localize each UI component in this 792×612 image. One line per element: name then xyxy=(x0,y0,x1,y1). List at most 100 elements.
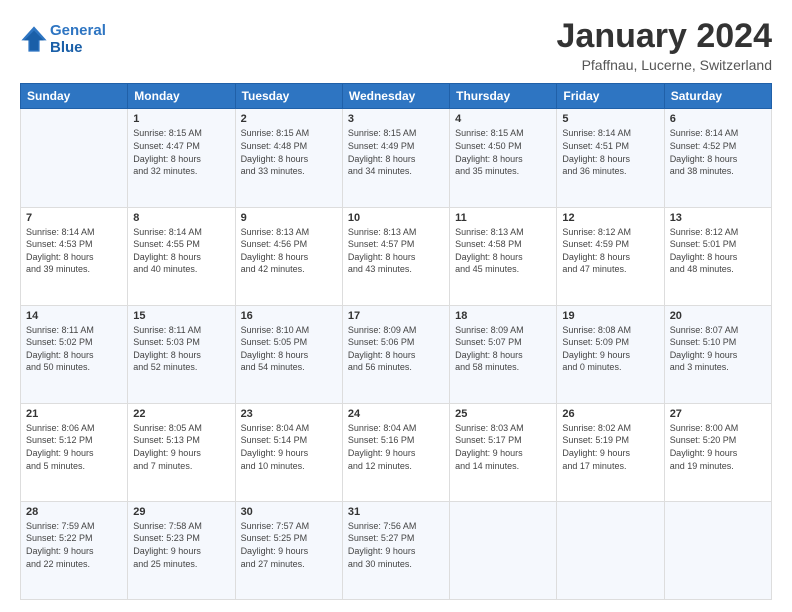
day-number: 24 xyxy=(348,408,444,420)
day-number: 15 xyxy=(133,310,229,322)
day-number: 8 xyxy=(133,212,229,224)
day-number: 18 xyxy=(455,310,551,322)
header: General Blue January 2024 Pfaffnau, Luce… xyxy=(20,18,772,73)
calendar-cell: 15Sunrise: 8:11 AM Sunset: 5:03 PM Dayli… xyxy=(128,305,235,403)
day-info: Sunrise: 8:00 AM Sunset: 5:20 PM Dayligh… xyxy=(670,422,766,472)
day-number: 31 xyxy=(348,506,444,518)
calendar-cell: 2Sunrise: 8:15 AM Sunset: 4:48 PM Daylig… xyxy=(235,109,342,207)
calendar-cell: 21 Sunrise: 8:06 AM Sunset: 5:12 PM Dayli… xyxy=(21,403,128,501)
calendar-body: 1 Sunrise: 8:15 AM Sunset: 4:47 PM Daylig… xyxy=(21,109,772,600)
day-info: Sunrise: 7:58 AM Sunset: 5:23 PM Dayligh… xyxy=(133,520,229,570)
col-monday: Monday xyxy=(128,84,235,109)
calendar-cell: 13 Sunrise: 8:12 AM Sunset: 5:01 PM Dayli… xyxy=(664,207,771,305)
day-number: 10 xyxy=(348,212,444,224)
calendar-cell: 6Sunrise: 8:14 AM Sunset: 4:52 PM Daylig… xyxy=(664,109,771,207)
title-section: January 2024 Pfaffnau, Lucerne, Switzerl… xyxy=(557,18,773,73)
day-info: Sunrise: 7:56 AM Sunset: 5:27 PM Dayligh… xyxy=(348,520,444,570)
month-title: January 2024 xyxy=(557,18,773,55)
day-number: 19 xyxy=(562,310,658,322)
calendar-cell: 25Sunrise: 8:03 AM Sunset: 5:17 PM Dayli… xyxy=(450,403,557,501)
calendar-cell: 10 Sunrise: 8:13 AM Sunset: 4:57 PM Dayli… xyxy=(342,207,449,305)
day-info: Sunrise: 8:06 AM Sunset: 5:12 PM Dayligh… xyxy=(26,422,122,472)
day-info: Sunrise: 8:14 AM Sunset: 4:55 PM Dayligh… xyxy=(133,226,229,276)
day-number: 13 xyxy=(670,212,766,224)
day-number: 29 xyxy=(133,506,229,518)
calendar-cell: 26 Sunrise: 8:02 AM Sunset: 5:19 PM Dayli… xyxy=(557,403,664,501)
day-number: 30 xyxy=(241,506,337,518)
day-info: Sunrise: 7:59 AM Sunset: 5:22 PM Dayligh… xyxy=(26,520,122,570)
calendar-cell: 17 Sunrise: 8:09 AM Sunset: 5:06 PM Dayli… xyxy=(342,305,449,403)
day-number: 5 xyxy=(562,113,658,125)
calendar-cell: 4 Sunrise: 8:15 AM Sunset: 4:50 PM Daylig… xyxy=(450,109,557,207)
calendar-cell xyxy=(557,501,664,599)
calendar-cell: 30 Sunrise: 7:57 AM Sunset: 5:25 PM Dayli… xyxy=(235,501,342,599)
day-info: Sunrise: 8:13 AM Sunset: 4:58 PM Dayligh… xyxy=(455,226,551,276)
calendar-cell: 31 Sunrise: 7:56 AM Sunset: 5:27 PM Dayli… xyxy=(342,501,449,599)
day-info: Sunrise: 7:57 AM Sunset: 5:25 PM Dayligh… xyxy=(241,520,337,570)
day-info: Sunrise: 8:12 AM Sunset: 5:01 PM Dayligh… xyxy=(670,226,766,276)
col-thursday: Thursday xyxy=(450,84,557,109)
calendar-cell: 22Sunrise: 8:05 AM Sunset: 5:13 PM Dayli… xyxy=(128,403,235,501)
calendar-cell: 24 Sunrise: 8:04 AM Sunset: 5:16 PM Dayli… xyxy=(342,403,449,501)
day-number: 16 xyxy=(241,310,337,322)
day-number: 23 xyxy=(241,408,337,420)
calendar-week-5: 28 Sunrise: 7:59 AM Sunset: 5:22 PM Dayli… xyxy=(21,501,772,599)
day-number: 4 xyxy=(455,113,551,125)
day-info: Sunrise: 8:11 AM Sunset: 5:02 PM Dayligh… xyxy=(26,324,122,374)
day-info: Sunrise: 8:08 AM Sunset: 5:09 PM Dayligh… xyxy=(562,324,658,374)
calendar-cell: 11 Sunrise: 8:13 AM Sunset: 4:58 PM Dayli… xyxy=(450,207,557,305)
day-number: 21 xyxy=(26,408,122,420)
col-wednesday: Wednesday xyxy=(342,84,449,109)
calendar-week-1: 1 Sunrise: 8:15 AM Sunset: 4:47 PM Daylig… xyxy=(21,109,772,207)
day-number: 1 xyxy=(133,113,229,125)
day-number: 2 xyxy=(241,113,337,125)
location-subtitle: Pfaffnau, Lucerne, Switzerland xyxy=(557,57,773,73)
day-info: Sunrise: 8:04 AM Sunset: 5:14 PM Dayligh… xyxy=(241,422,337,472)
calendar-cell xyxy=(21,109,128,207)
day-number: 12 xyxy=(562,212,658,224)
calendar-cell: 8 Sunrise: 8:14 AM Sunset: 4:55 PM Daylig… xyxy=(128,207,235,305)
calendar: Sunday Monday Tuesday Wednesday Thursday… xyxy=(20,83,772,600)
col-saturday: Saturday xyxy=(664,84,771,109)
day-number: 7 xyxy=(26,212,122,224)
calendar-cell: 27 Sunrise: 8:00 AM Sunset: 5:20 PM Dayli… xyxy=(664,403,771,501)
col-friday: Friday xyxy=(557,84,664,109)
col-sunday: Sunday xyxy=(21,84,128,109)
calendar-cell: 7 Sunrise: 8:14 AM Sunset: 4:53 PM Daylig… xyxy=(21,207,128,305)
calendar-cell: 23 Sunrise: 8:04 AM Sunset: 5:14 PM Dayli… xyxy=(235,403,342,501)
calendar-cell: 3Sunrise: 8:15 AM Sunset: 4:49 PM Daylig… xyxy=(342,109,449,207)
day-info: Sunrise: 8:14 AM Sunset: 4:53 PM Dayligh… xyxy=(26,226,122,276)
logo-text: General Blue xyxy=(50,22,106,56)
day-info: Sunrise: 8:07 AM Sunset: 5:10 PM Dayligh… xyxy=(670,324,766,374)
day-number: 14 xyxy=(26,310,122,322)
day-info: Sunrise: 8:15 AM Sunset: 4:50 PM Dayligh… xyxy=(455,127,551,177)
day-info: Sunrise: 8:13 AM Sunset: 4:57 PM Dayligh… xyxy=(348,226,444,276)
day-number: 26 xyxy=(562,408,658,420)
calendar-week-3: 14 Sunrise: 8:11 AM Sunset: 5:02 PM Dayli… xyxy=(21,305,772,403)
calendar-cell: 29 Sunrise: 7:58 AM Sunset: 5:23 PM Dayli… xyxy=(128,501,235,599)
day-number: 28 xyxy=(26,506,122,518)
day-info: Sunrise: 8:14 AM Sunset: 4:52 PM Dayligh… xyxy=(670,127,766,177)
day-info: Sunrise: 8:02 AM Sunset: 5:19 PM Dayligh… xyxy=(562,422,658,472)
day-info: Sunrise: 8:15 AM Sunset: 4:47 PM Dayligh… xyxy=(133,127,229,177)
day-info: Sunrise: 8:12 AM Sunset: 4:59 PM Dayligh… xyxy=(562,226,658,276)
calendar-cell: 28 Sunrise: 7:59 AM Sunset: 5:22 PM Dayli… xyxy=(21,501,128,599)
day-info: Sunrise: 8:09 AM Sunset: 5:06 PM Dayligh… xyxy=(348,324,444,374)
day-number: 22 xyxy=(133,408,229,420)
day-info: Sunrise: 8:03 AM Sunset: 5:17 PM Dayligh… xyxy=(455,422,551,472)
day-number: 11 xyxy=(455,212,551,224)
day-number: 9 xyxy=(241,212,337,224)
calendar-cell: 16Sunrise: 8:10 AM Sunset: 5:05 PM Dayli… xyxy=(235,305,342,403)
day-number: 27 xyxy=(670,408,766,420)
day-info: Sunrise: 8:13 AM Sunset: 4:56 PM Dayligh… xyxy=(241,226,337,276)
day-info: Sunrise: 8:04 AM Sunset: 5:16 PM Dayligh… xyxy=(348,422,444,472)
calendar-cell: 9 Sunrise: 8:13 AM Sunset: 4:56 PM Daylig… xyxy=(235,207,342,305)
calendar-cell: 1 Sunrise: 8:15 AM Sunset: 4:47 PM Daylig… xyxy=(128,109,235,207)
calendar-cell: 20Sunrise: 8:07 AM Sunset: 5:10 PM Dayli… xyxy=(664,305,771,403)
day-info: Sunrise: 8:09 AM Sunset: 5:07 PM Dayligh… xyxy=(455,324,551,374)
calendar-cell xyxy=(664,501,771,599)
logo: General Blue xyxy=(20,22,106,56)
calendar-cell: 12 Sunrise: 8:12 AM Sunset: 4:59 PM Dayli… xyxy=(557,207,664,305)
col-tuesday: Tuesday xyxy=(235,84,342,109)
day-number: 17 xyxy=(348,310,444,322)
